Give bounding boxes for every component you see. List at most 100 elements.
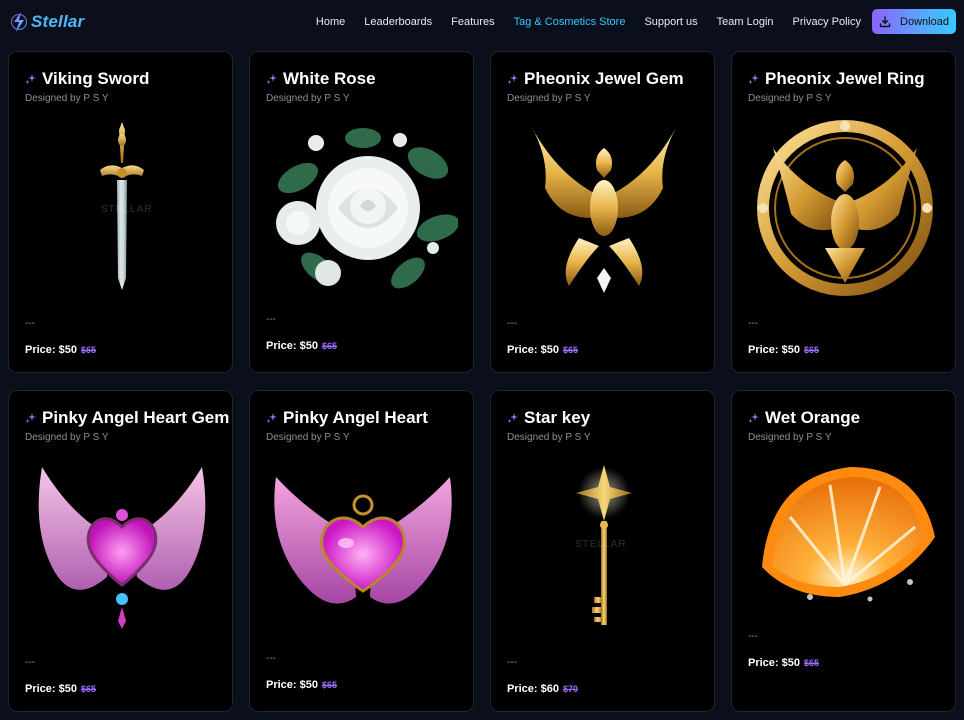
old-price: $65 <box>321 341 338 351</box>
card-price: Price: $50 $65 <box>748 657 819 669</box>
card-designer: Designed by P S Y <box>507 93 591 104</box>
sparkle-icon <box>748 413 759 423</box>
product-card[interactable]: Pinky Angel Heart Designed by P S Y --- … <box>249 390 474 712</box>
card-title: Viking Sword <box>42 69 150 88</box>
product-card[interactable]: Wet Orange Designed by P S Y --- Price: … <box>731 390 956 712</box>
orange-icon <box>761 467 935 602</box>
price-label: Price: $50 <box>507 344 559 356</box>
card-description: --- <box>266 653 276 664</box>
card-art <box>499 114 708 302</box>
card-description: --- <box>748 318 758 329</box>
watermark: STELLAR <box>101 204 153 215</box>
watermark: STELLAR <box>575 539 627 550</box>
card-description: --- <box>25 318 35 329</box>
card-art <box>740 447 949 617</box>
download-button[interactable]: Download <box>872 9 956 34</box>
angel-heart-gem-icon <box>38 467 205 629</box>
brand-name: Stellar <box>31 12 85 31</box>
sparkle-icon <box>25 74 36 84</box>
card-title: White Rose <box>283 69 376 88</box>
sparkle-icon <box>266 413 277 423</box>
card-title: Wet Orange <box>765 408 861 427</box>
card-price: Price: $50 $65 <box>266 679 337 691</box>
old-price: $70 <box>562 684 579 694</box>
card-description: --- <box>507 657 517 668</box>
card-title: Pheonix Jewel Gem <box>524 69 684 88</box>
sparkle-icon <box>748 74 759 84</box>
card-price: Price: $50 $65 <box>25 344 96 356</box>
sparkle-icon <box>25 413 36 423</box>
card-art <box>258 453 467 641</box>
nav-link-support[interactable]: Support us <box>644 16 697 28</box>
card-title-row: Wet Orange <box>748 408 860 428</box>
nav-link-features[interactable]: Features <box>451 16 494 28</box>
card-title-row: Star key <box>507 408 590 428</box>
product-card[interactable]: Star key Designed by P S Y STELLAR --- P… <box>490 390 715 712</box>
cosmetics-grid: Viking Sword Designed by P S Y STELLAR -… <box>8 51 956 720</box>
card-price: Price: $50 $65 <box>25 683 96 695</box>
sparkle-icon <box>266 74 277 84</box>
nav-link-privacy[interactable]: Privacy Policy <box>793 16 861 28</box>
nav-link-leaderboards[interactable]: Leaderboards <box>364 16 432 28</box>
phoenix-ring-icon <box>756 120 933 296</box>
nav-link-store[interactable]: Tag & Cosmetics Store <box>514 16 626 28</box>
old-price: $65 <box>80 345 97 355</box>
nav-link-team-login[interactable]: Team Login <box>717 16 774 28</box>
card-price: Price: $50 $65 <box>266 340 337 352</box>
card-title-row: Pheonix Jewel Ring <box>748 69 925 89</box>
sparkle-icon <box>507 413 518 423</box>
card-designer: Designed by P S Y <box>748 93 832 104</box>
price-label: Price: $50 <box>266 340 318 352</box>
card-title: Pinky Angel Heart Gem <box>42 408 230 427</box>
price-label: Price: $50 <box>25 683 77 695</box>
card-art <box>740 114 949 302</box>
card-title: Pheonix Jewel Ring <box>765 69 925 88</box>
product-card[interactable]: White Rose Designed by P S Y --- Price: … <box>249 51 474 373</box>
product-card[interactable]: Viking Sword Designed by P S Y STELLAR -… <box>8 51 233 373</box>
price-label: Price: $50 <box>748 344 800 356</box>
card-designer: Designed by P S Y <box>25 93 109 104</box>
card-price: Price: $50 $65 <box>507 344 578 356</box>
card-description: --- <box>748 631 758 642</box>
top-navbar: Stellar Home Leaderboards Features Tag &… <box>0 0 964 44</box>
old-price: $65 <box>803 345 820 355</box>
price-label: Price: $50 <box>25 344 77 356</box>
card-price: Price: $60 $70 <box>507 683 578 695</box>
card-title: Pinky Angel Heart <box>283 408 428 427</box>
angel-heart-icon <box>273 477 452 604</box>
stellar-logo-icon <box>10 12 28 32</box>
card-description: --- <box>507 318 517 329</box>
card-art <box>17 453 226 641</box>
product-card[interactable]: Pheonix Jewel Ring Designed by P S Y --- <box>731 51 956 373</box>
card-art <box>258 114 467 302</box>
nav-links: Home Leaderboards Features Tag & Cosmeti… <box>316 0 861 44</box>
card-designer: Designed by P S Y <box>507 432 591 443</box>
card-title-row: Viking Sword <box>25 69 149 89</box>
card-designer: Designed by P S Y <box>266 93 350 104</box>
old-price: $65 <box>321 680 338 690</box>
download-icon <box>879 15 891 27</box>
card-title-row: White Rose <box>266 69 376 89</box>
card-designer: Designed by P S Y <box>266 432 350 443</box>
product-card[interactable]: Pinky Angel Heart Gem Designed by P S Y … <box>8 390 233 712</box>
card-description: --- <box>266 314 276 325</box>
card-price: Price: $50 $65 <box>748 344 819 356</box>
card-title-row: Pinky Angel Heart <box>266 408 428 428</box>
sparkle-icon <box>507 74 518 84</box>
product-card[interactable]: Pheonix Jewel Gem Designed by P S Y --- … <box>490 51 715 373</box>
card-designer: Designed by P S Y <box>25 432 109 443</box>
old-price: $65 <box>80 684 97 694</box>
card-designer: Designed by P S Y <box>748 432 832 443</box>
price-label: Price: $60 <box>507 683 559 695</box>
nav-link-home[interactable]: Home <box>316 16 345 28</box>
old-price: $65 <box>803 658 820 668</box>
card-title-row: Pinky Angel Heart Gem <box>25 408 229 428</box>
card-title: Star key <box>524 408 591 427</box>
card-title-row: Pheonix Jewel Gem <box>507 69 684 89</box>
price-label: Price: $50 <box>266 679 318 691</box>
rose-icon <box>275 128 458 289</box>
phoenix-gem-icon <box>530 126 677 293</box>
download-label: Download <box>900 15 949 28</box>
brand-logo[interactable]: Stellar <box>10 9 84 35</box>
old-price: $65 <box>562 345 579 355</box>
